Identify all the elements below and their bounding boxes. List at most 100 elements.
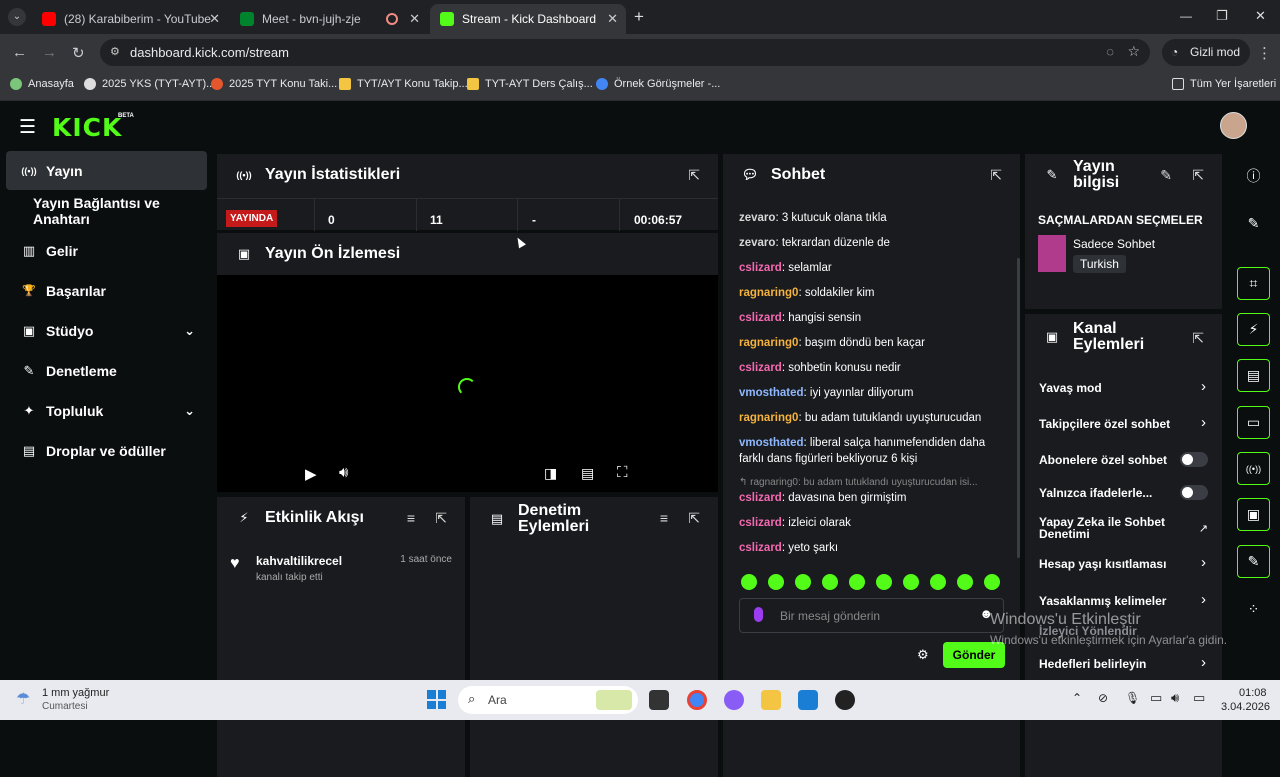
avatar[interactable]	[1220, 112, 1247, 139]
bolt-icon[interactable]: ⚡︎	[1237, 313, 1270, 346]
subscribers-only-toggle[interactable]	[1180, 452, 1208, 467]
sidebar-item-studyo[interactable]: ▣ Stüdyo ⌄	[6, 311, 207, 350]
close-icon[interactable]: ✕	[209, 11, 220, 27]
category-name[interactable]: Sadece Sohbet	[1073, 237, 1155, 251]
miniplayer-icon[interactable]: ◨	[544, 465, 557, 482]
reload-icon[interactable]: ↻	[72, 44, 85, 62]
action-slow-mode[interactable]: Yavaş mod ›	[1025, 378, 1222, 398]
close-icon[interactable]: ✕	[409, 11, 420, 27]
popout-icon[interactable]: ⇱	[688, 167, 700, 184]
emote-icon[interactable]	[741, 574, 757, 590]
chat-username[interactable]: ragnaring0	[739, 337, 798, 349]
chat-username[interactable]: vmosthated	[739, 437, 804, 449]
tab-meet[interactable]: Meet - bvn-jujh-zje ✕	[230, 4, 428, 34]
site-info-icon[interactable]: ⚙	[110, 45, 120, 58]
action-set-goals[interactable]: Hedefleri belirleyin ›	[1025, 654, 1222, 674]
start-button[interactable]	[427, 690, 446, 709]
chat-username[interactable]: cslizard	[739, 312, 782, 324]
channel-icon[interactable]: ▣	[1237, 498, 1270, 531]
bookmark-item[interactable]: 2025 TYT Konu Taki...	[211, 78, 337, 90]
wrench-icon[interactable]: ✎	[1237, 545, 1270, 578]
store-icon[interactable]	[798, 690, 818, 710]
emote-icon[interactable]	[930, 574, 946, 590]
document-icon[interactable]: ▤	[1237, 359, 1270, 392]
kick-logo[interactable]: KICK	[52, 113, 122, 142]
taskbar-search[interactable]: ⌕ Ara	[458, 686, 638, 714]
chat-username[interactable]: ragnaring0	[739, 287, 798, 299]
url-field[interactable]: ⚙ dashboard.kick.com/stream ◌ ☆	[100, 39, 1150, 66]
microphone-icon[interactable]: 🎙︎	[1125, 691, 1140, 705]
chat-settings-icon[interactable]: ⚙	[917, 647, 929, 663]
file-explorer-icon[interactable]	[761, 690, 781, 710]
activity-user[interactable]: kahvaltilikrecel	[256, 554, 342, 568]
chat-username[interactable]: cslizard	[739, 262, 782, 274]
star-icon[interactable]: ☆	[1127, 43, 1140, 60]
filter-icon[interactable]: ≡	[407, 510, 415, 526]
bookmark-item[interactable]: 2025 YKS (TYT-AYT)...	[84, 78, 215, 90]
tray-chevron-icon[interactable]: ⌃	[1072, 691, 1082, 705]
hamburger-menu-icon[interactable]: ☰	[19, 116, 36, 139]
emote-icon[interactable]	[984, 574, 1000, 590]
chat-input[interactable]: Bir mesaj gönderin ☻	[739, 598, 1004, 633]
action-followers-only[interactable]: Takipçilere özel sohbet ›	[1025, 414, 1222, 434]
eye-off-icon[interactable]: ◌	[1106, 44, 1114, 59]
sidebar-item-topluluk[interactable]: ✦ Topluluk ⌄	[6, 391, 207, 430]
chat-username[interactable]: zevaro	[739, 237, 775, 249]
popout-icon[interactable]: ⇱	[688, 510, 700, 527]
emote-icon[interactable]	[768, 574, 784, 590]
close-icon[interactable]: ✕	[607, 11, 618, 27]
emote-icon[interactable]	[957, 574, 973, 590]
popout-icon[interactable]: ⇱	[1192, 330, 1204, 347]
menu-icon[interactable]: ⋮	[1257, 44, 1272, 62]
close-window-button[interactable]: ✕	[1255, 8, 1266, 24]
fullscreen-icon[interactable]: ⛶	[617, 464, 628, 481]
chat-username[interactable]: cslizard	[739, 362, 782, 374]
bookmark-item[interactable]: TYT-AYT Ders Çalış...	[467, 78, 593, 90]
bookmark-item[interactable]: TYT/AYT Konu Takip...	[339, 78, 468, 90]
tray-icon[interactable]: ⊘	[1098, 691, 1108, 705]
weather-temp[interactable]: 1 mm yağmur	[42, 687, 109, 699]
chevron-down-icon[interactable]: ⌄	[184, 403, 195, 419]
chat-icon[interactable]: ▭	[1237, 406, 1270, 439]
popout-icon[interactable]: ⇱	[990, 167, 1002, 184]
clock-time[interactable]: 01:08	[1239, 687, 1267, 699]
volume-icon[interactable]: 🔊︎	[339, 464, 348, 481]
chat-username[interactable]: ragnaring0	[739, 412, 798, 424]
nodes-icon[interactable]: ⁘	[1237, 593, 1270, 626]
all-bookmarks[interactable]: Tüm Yer İşaretleri	[1172, 78, 1276, 90]
back-icon[interactable]: ←	[12, 44, 27, 61]
edit-icon[interactable]: ✎	[1160, 167, 1172, 184]
chat-username[interactable]: vmosthated	[739, 387, 804, 399]
sidebar-item-gelir[interactable]: ▥ Gelir	[6, 231, 207, 270]
bookmark-item[interactable]: Örnek Görüşmeler -...	[596, 78, 720, 90]
sidebar-item-stream-key[interactable]: Yayın Bağlantısı ve Anahtarı	[6, 191, 207, 230]
clock-date[interactable]: 3.04.2026	[1221, 701, 1270, 713]
emote-icon[interactable]	[822, 574, 838, 590]
app-icon[interactable]	[835, 690, 855, 710]
action-account-age[interactable]: Hesap yaşı kısıtlaması ›	[1025, 554, 1222, 574]
battery-icon[interactable]: ▭	[1193, 690, 1205, 706]
sidebar-item-droplar[interactable]: ▤ Droplar ve ödüller	[6, 431, 207, 470]
sidebar-item-basarilar[interactable]: 🏆 Başarılar	[6, 271, 207, 310]
edit-icon[interactable]: ✎	[1237, 207, 1270, 240]
scan-icon[interactable]: ⌗	[1237, 267, 1270, 300]
chat-username[interactable]: cslizard	[739, 517, 782, 529]
emote-icon[interactable]	[849, 574, 865, 590]
action-ai-moderation[interactable]: Yapay Zeka ile Sohbet Denetimi ↗	[1025, 515, 1222, 545]
bookmark-item[interactable]: Anasayfa	[10, 78, 74, 90]
emote-only-toggle[interactable]	[1180, 485, 1208, 500]
volume-icon[interactable]: 🔊︎	[1171, 690, 1179, 706]
play-icon[interactable]: ▶	[305, 465, 317, 483]
task-view-icon[interactable]	[649, 690, 669, 710]
theater-icon[interactable]: ▤	[581, 465, 594, 482]
network-icon[interactable]: ▭	[1150, 690, 1162, 706]
emote-icon[interactable]	[795, 574, 811, 590]
popout-icon[interactable]: ⇱	[1192, 167, 1204, 184]
chat-username[interactable]: cslizard	[739, 492, 782, 504]
new-tab-button[interactable]: +	[634, 7, 644, 27]
emote-icon[interactable]	[876, 574, 892, 590]
forward-icon[interactable]: →	[42, 44, 57, 61]
action-banned-words[interactable]: Yasaklanmış kelimeler ›	[1025, 591, 1222, 611]
copilot-icon[interactable]	[724, 690, 744, 710]
filter-icon[interactable]: ≡	[660, 510, 668, 526]
